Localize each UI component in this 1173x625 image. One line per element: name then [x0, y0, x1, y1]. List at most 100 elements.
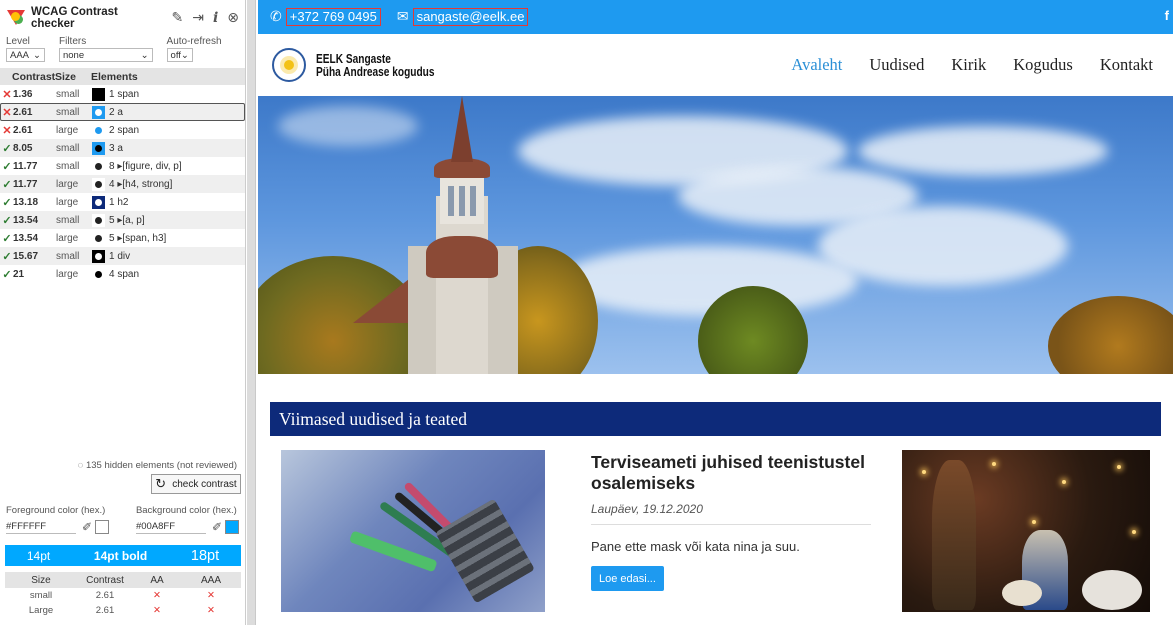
news-date: Laupäev, 19.12.2020	[591, 502, 871, 525]
result-row[interactable]: ✓ 13.54 large 5 ▸[span, h3]	[0, 229, 245, 247]
contrast-column-header: Contrast	[12, 70, 56, 83]
news-image-notebook[interactable]	[281, 450, 545, 612]
fail-icon: ✕	[2, 106, 12, 119]
pass-icon: ✓	[2, 214, 12, 227]
contrast-ratio: 13.54	[13, 214, 39, 226]
main-nav: Avaleht Uudised Kirik Kogudus Kontakt	[764, 55, 1153, 75]
pass-icon: ✓	[2, 268, 12, 281]
text-size-preview: 14pt 14pt bold 18pt	[5, 545, 241, 566]
eyedropper-icon[interactable]: ✐	[212, 520, 222, 534]
nav-item-kontakt[interactable]: Kontakt	[1100, 55, 1153, 75]
background-color-swatch[interactable]	[225, 520, 239, 534]
chevron-down-icon: ⌄	[33, 49, 41, 61]
filters-select[interactable]: none ⌄	[58, 48, 153, 62]
church-logo-icon[interactable]	[272, 48, 306, 82]
verdict-row: Large 2.61 ✕ ✕	[5, 603, 241, 618]
hidden-elements-note: ◌ 135 hidden elements (not reviewed)	[77, 460, 237, 471]
contrast-ratio: 13.54	[13, 232, 39, 244]
result-row[interactable]: ✓ 15.67 small 1 div	[0, 247, 245, 265]
section-title: Viimased uudised ja teated	[270, 402, 1161, 436]
element-list[interactable]: 1 h2	[109, 197, 128, 208]
text-size: large	[56, 268, 79, 280]
text-size: large	[56, 178, 79, 190]
color-swatch-icon	[92, 267, 105, 281]
color-swatch-icon	[92, 141, 105, 155]
element-list[interactable]: 2 span	[109, 125, 139, 136]
result-row[interactable]: ✓ 8.05 small 3 a	[0, 139, 245, 157]
panel-resize-handle[interactable]	[247, 0, 256, 625]
wcag-contrast-panel: WCAG Contrast checker ✎ ⇥ i ⊗ Level AAA ⌄…	[0, 0, 246, 625]
nav-item-uudised[interactable]: Uudised	[869, 55, 924, 75]
text-size: small	[56, 160, 80, 172]
result-row[interactable]: ✕ 2.61 large 2 span	[0, 121, 245, 139]
phone-link[interactable]: +372 769 0495	[285, 8, 381, 26]
color-swatch-icon	[92, 231, 105, 245]
facebook-icon[interactable]: f	[1165, 8, 1169, 23]
result-row[interactable]: ✕ 1.36 small 1 span	[0, 85, 245, 103]
element-list[interactable]: 5 ▸[span, h3]	[109, 233, 166, 244]
chevron-down-icon: ⌄	[140, 49, 149, 61]
check-contrast-button[interactable]: ↻ check contrast	[151, 474, 241, 494]
result-row[interactable]: ✓ 11.77 large 4 ▸[h4, strong]	[0, 175, 245, 193]
nav-item-avaleht[interactable]: Avaleht	[791, 55, 842, 75]
auto-refresh-label: Auto-refresh	[166, 36, 222, 47]
preview-14pt: 14pt	[26, 548, 51, 563]
element-list[interactable]: 1 span	[109, 89, 139, 100]
website-viewport: ✆ +372 769 0495 ✉ sangaste@eelk.ee f EEL…	[258, 0, 1173, 625]
fail-icon: ✕	[2, 124, 12, 137]
preview-18pt: 18pt	[190, 547, 220, 564]
refresh-icon: ↻	[155, 476, 167, 492]
color-swatch-icon	[92, 249, 105, 263]
level-select[interactable]: AAA ⌄	[6, 48, 45, 62]
contrast-ratio: 13.18	[13, 196, 39, 208]
news-headline[interactable]: Terviseameti juhised teenistustel osalem…	[591, 452, 871, 494]
element-list[interactable]: 4 span	[109, 269, 139, 280]
verdict-row: small 2.61 ✕ ✕	[5, 588, 241, 603]
background-color-input[interactable]: #00A8FF	[135, 521, 206, 534]
dock-icon[interactable]: ⇥	[192, 10, 204, 26]
foreground-color-label: Foreground color (hex.)	[6, 505, 106, 516]
foreground-color-input[interactable]: #FFFFFF	[6, 521, 76, 534]
result-row[interactable]: ✓ 13.18 large 1 h2	[0, 193, 245, 211]
site-brand[interactable]: EELK Sangaste Püha Andrease kogudus	[316, 52, 435, 78]
verdict-table: Size Contrast AA AAA small 2.61 ✕ ✕ Large 2.6…	[5, 572, 241, 618]
info-icon[interactable]: i	[213, 10, 218, 26]
text-size: small	[56, 214, 80, 226]
panel-header: WCAG Contrast checker ✎ ⇥ i ⊗	[0, 0, 245, 36]
contact-topbar: ✆ +372 769 0495 ✉ sangaste@eelk.ee f	[258, 0, 1173, 34]
auto-refresh-select[interactable]: off ⌄	[166, 48, 193, 62]
text-size: small	[56, 250, 80, 262]
eyedropper-icon[interactable]: ✐	[82, 520, 92, 534]
element-list[interactable]: 8 ▸[figure, div, p]	[109, 161, 182, 172]
hero-image	[258, 96, 1173, 374]
element-list[interactable]: 5 ▸[a, p]	[109, 215, 145, 226]
nav-item-kirik[interactable]: Kirik	[951, 55, 986, 75]
site-header: EELK Sangaste Püha Andrease kogudus Aval…	[258, 34, 1173, 96]
panel-title: WCAG Contrast checker	[31, 6, 118, 30]
pass-icon: ✓	[2, 250, 12, 263]
result-row[interactable]: ✓ 13.54 small 5 ▸[a, p]	[0, 211, 245, 229]
phone-icon: ✆	[270, 9, 282, 25]
result-row[interactable]: ✓ 21 large 4 span	[0, 265, 245, 283]
element-list[interactable]: 3 a	[109, 143, 123, 154]
brand-line-2: Püha Andrease kogudus	[316, 64, 435, 79]
news-image-nativity[interactable]	[902, 450, 1150, 612]
email-link[interactable]: sangaste@eelk.ee	[412, 8, 529, 26]
element-list[interactable]: 2 a	[109, 107, 123, 118]
text-size: large	[56, 196, 79, 208]
read-more-button[interactable]: Loe edasi...	[591, 566, 664, 591]
element-list[interactable]: 1 div	[109, 251, 130, 262]
close-icon[interactable]: ⊗	[227, 10, 239, 26]
result-row[interactable]: ✓ 11.77 small 8 ▸[figure, div, p]	[0, 157, 245, 175]
contrast-ratio: 21	[13, 268, 25, 280]
text-size: small	[56, 106, 80, 118]
color-swatch-icon	[92, 87, 105, 101]
foreground-color-swatch[interactable]	[95, 520, 110, 534]
filter-bar: Level AAA ⌄ Filters none ⌄ Auto-refresh of…	[0, 36, 245, 68]
pin-icon[interactable]: ✎	[171, 10, 183, 26]
result-row[interactable]: ✕ 2.61 small 2 a	[0, 103, 245, 121]
element-list[interactable]: 4 ▸[h4, strong]	[109, 179, 172, 190]
size-column-header: Size	[55, 70, 77, 83]
text-size: small	[56, 88, 80, 100]
nav-item-kogudus[interactable]: Kogudus	[1013, 55, 1073, 75]
